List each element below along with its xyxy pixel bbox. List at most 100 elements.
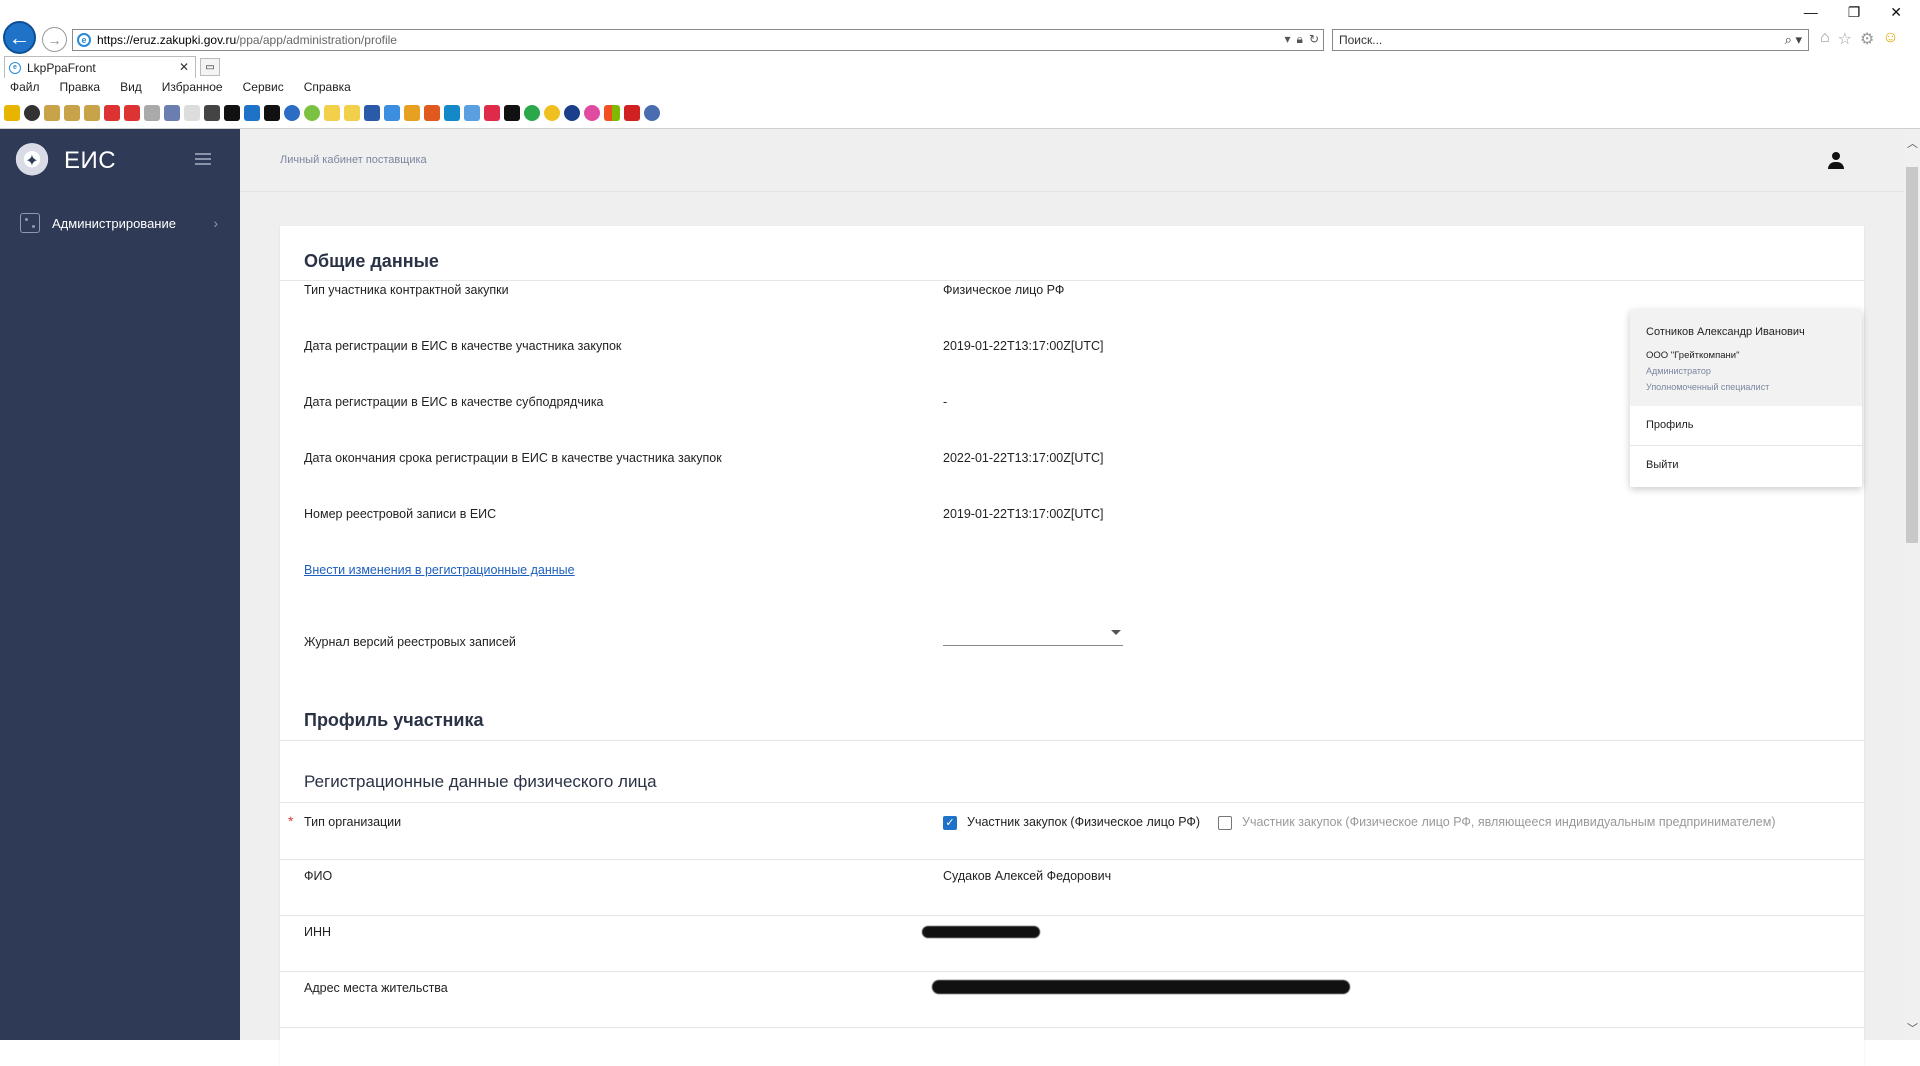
row-label: Тип участника контрактной закупки [304, 283, 509, 297]
user-org: ООО "Грейткомпани" [1646, 350, 1740, 361]
favorite-icon[interactable] [384, 105, 400, 121]
menu-file[interactable]: Файл [0, 80, 50, 98]
favorite-folder-icon[interactable] [344, 105, 360, 121]
address-bar[interactable]: e https://eruz.zakupki.gov.ru/ppa/app/ad… [72, 29, 1324, 51]
home-icon[interactable]: ⌂ [1820, 29, 1830, 49]
favorite-icon[interactable] [444, 105, 460, 121]
favorite-icon[interactable] [144, 105, 160, 121]
forward-button[interactable]: → [42, 27, 67, 52]
scrollbar-thumb[interactable] [1906, 167, 1918, 543]
checkbox-entrepreneur-label[interactable]: Участник закупок (Физическое лицо РФ, яв… [1242, 815, 1776, 829]
redacted-address [932, 980, 1350, 994]
brand[interactable]: ✦ ЕИС [14, 141, 116, 181]
search-input[interactable]: Поиск... ⌕ ▾ [1332, 29, 1809, 51]
favorite-icon[interactable] [264, 105, 280, 121]
checkbox-entrepreneur[interactable] [1218, 816, 1232, 830]
row-value: Физическое лицо РФ [943, 283, 1065, 297]
favorite-icon[interactable] [544, 105, 560, 121]
favorite-icon[interactable] [224, 105, 240, 121]
favorites-bar [4, 103, 660, 123]
favorite-icon[interactable] [24, 105, 40, 121]
browser-toolbar-icons: ⌂ ☆ ⚙ ☺ [1820, 29, 1899, 49]
browser-window: ← → e https://eruz.zakupki.gov.ru/ppa/ap… [0, 0, 1920, 1066]
scroll-down-icon[interactable]: ﹀ [1907, 1020, 1918, 1036]
menu-tools[interactable]: Сервис [233, 80, 294, 98]
journal-select[interactable] [943, 624, 1123, 646]
star-icon[interactable]: ☆ [1838, 29, 1852, 49]
favorite-eagle-icon[interactable] [44, 105, 60, 121]
minimize-icon[interactable]: — [1804, 4, 1818, 21]
favorite-icon[interactable] [104, 105, 120, 121]
menu-bar: Файл Правка Вид Избранное Сервис Справка [0, 80, 361, 98]
divider [280, 915, 1864, 916]
gear-icon[interactable]: ⚙ [1860, 29, 1874, 49]
checkbox-individual[interactable]: ✓ [943, 816, 957, 830]
checkbox-individual-label[interactable]: Участник закупок (Физическое лицо РФ) [967, 815, 1200, 829]
edit-registration-link[interactable]: Внести изменения в регистрационные данны… [304, 563, 575, 577]
sidebar-item-administration[interactable]: Администрирование › [0, 204, 240, 242]
favorite-icon[interactable] [564, 105, 580, 121]
menu-item-logout[interactable]: Выйти [1646, 459, 1679, 471]
smile-icon[interactable]: ☺ [1882, 29, 1898, 49]
sidebar-item-label: Администрирование [52, 215, 176, 231]
favorite-icon[interactable] [464, 105, 480, 121]
favorite-icon[interactable] [424, 105, 440, 121]
menu-view[interactable]: Вид [110, 80, 152, 98]
row-label: Номер реестровой записи в ЕИС [304, 507, 497, 521]
menu-toggle-icon[interactable] [195, 153, 211, 165]
favorite-icon[interactable] [584, 105, 600, 121]
divider [280, 859, 1864, 860]
menu-favorites[interactable]: Избранное [152, 80, 233, 98]
favorite-star-icon[interactable] [4, 105, 20, 121]
favorite-eagle-icon[interactable] [64, 105, 80, 121]
favorite-icon[interactable] [184, 105, 200, 121]
favorite-icon[interactable] [404, 105, 420, 121]
restore-icon[interactable]: ❐ [1848, 4, 1861, 21]
favorite-icon[interactable] [524, 105, 540, 121]
window-controls: — ❐ ✕ [1804, 4, 1902, 21]
tab-lkpppafront[interactable]: e LkpPpaFront ✕ [4, 56, 196, 78]
favorite-eagle-icon[interactable] [84, 105, 100, 121]
favorite-icon[interactable] [124, 105, 140, 121]
breadcrumb[interactable]: Личный кабинет поставщика [280, 154, 427, 166]
favorite-icon[interactable] [484, 105, 500, 121]
topbar: Личный кабинет поставщика [240, 129, 1904, 192]
new-tab-button[interactable]: ▭ [200, 58, 220, 76]
row-value: 2022-01-22T13:17:00Z[UTC] [943, 451, 1104, 465]
favorite-icon[interactable] [304, 105, 320, 121]
chevron-down-icon [1111, 630, 1121, 635]
menu-item-profile[interactable]: Профиль [1646, 419, 1694, 431]
search-icon[interactable]: ⌕ ▾ [1785, 32, 1802, 48]
vertical-scrollbar[interactable]: ︿ ﹀ [1904, 129, 1920, 1040]
administration-icon [20, 213, 40, 233]
journal-label: Журнал версий реестровых записей [304, 635, 516, 649]
refresh-icon[interactable]: ↻ [1309, 32, 1319, 47]
user-role: Администратор [1646, 366, 1711, 376]
favorite-icon[interactable] [164, 105, 180, 121]
favorite-icon[interactable] [624, 105, 640, 121]
dropdown-icon[interactable]: ▾ [1285, 32, 1291, 47]
row-label: Дата окончания срока регистрации в ЕИС в… [304, 451, 722, 465]
row-value: 2019-01-22T13:17:00Z[UTC] [943, 507, 1104, 521]
tab-close-icon[interactable]: ✕ [179, 60, 189, 74]
user-account-icon[interactable] [1826, 151, 1846, 171]
favorite-icon[interactable] [644, 105, 660, 121]
lock-icon[interactable]: 🔒︎ [1297, 32, 1303, 47]
app-root: ✦ ЕИС Администрирование › Личный кабинет… [0, 129, 1904, 1066]
required-mark: * [288, 813, 294, 829]
favorite-icon[interactable] [364, 105, 380, 121]
close-window-icon[interactable]: ✕ [1890, 4, 1902, 21]
favorite-icon[interactable] [504, 105, 520, 121]
menu-edit[interactable]: Правка [50, 80, 111, 98]
row-label: Дата регистрации в ЕИС в качестве субпод… [304, 395, 604, 409]
favorite-icon[interactable] [284, 105, 300, 121]
back-button[interactable]: ← [3, 21, 36, 54]
url-tools: ▾ 🔒︎ ↻ [1285, 32, 1319, 47]
user-role: Уполномоченный специалист [1646, 382, 1770, 392]
favorite-folder-icon[interactable] [324, 105, 340, 121]
favorite-icon[interactable] [204, 105, 220, 121]
scroll-up-icon[interactable]: ︿ [1907, 135, 1918, 151]
menu-help[interactable]: Справка [294, 80, 361, 98]
favorite-windows-icon[interactable] [604, 105, 620, 121]
favorite-icon[interactable] [244, 105, 260, 121]
